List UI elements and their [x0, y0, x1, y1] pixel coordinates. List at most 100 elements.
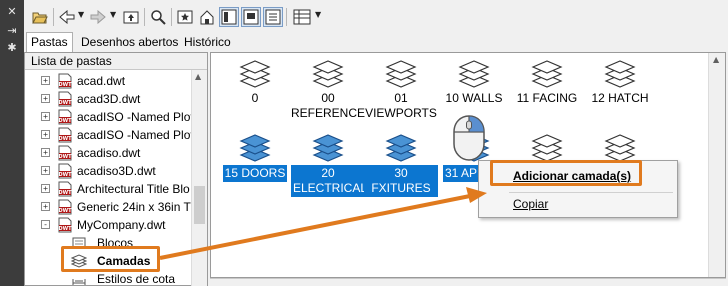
views-icon	[293, 9, 311, 25]
search-button[interactable]	[148, 7, 168, 27]
menu-item-copy[interactable]: Copiar	[513, 196, 548, 212]
layer-icon	[531, 60, 563, 88]
svg-text:DWT: DWT	[58, 226, 72, 232]
favorites-button[interactable]	[175, 7, 195, 27]
description-toggle[interactable]	[263, 7, 283, 27]
expand-icon[interactable]: +	[41, 148, 50, 157]
tree-item[interactable]: + DWT acad.dwt	[25, 72, 193, 90]
tree-item[interactable]: + DWT acadiso3D.dwt	[25, 162, 193, 180]
svg-text:DWT: DWT	[58, 190, 72, 196]
expand-icon[interactable]: +	[41, 130, 50, 139]
palette-side-strip: ✕ ⇥ ✱	[0, 0, 24, 286]
toolbar: ▼ ▼ ▼	[24, 0, 728, 32]
layer-label: 10 WALLS	[445, 91, 503, 105]
back-dropdown-icon[interactable]: ▼	[78, 10, 84, 19]
tree-item[interactable]: + DWT acadiso.dwt	[25, 144, 193, 162]
pin-icon[interactable]: ⇥	[6, 25, 18, 37]
expand-icon[interactable]: +	[41, 202, 50, 211]
mouse-icon	[453, 115, 485, 161]
expand-icon[interactable]: +	[41, 94, 50, 103]
back-icon	[59, 10, 75, 24]
expand-icon[interactable]: +	[41, 184, 50, 193]
layer-icon	[604, 134, 636, 162]
folder-list-scrollbar[interactable]: ▲	[191, 70, 207, 286]
views-button[interactable]	[292, 7, 312, 27]
views-dropdown-icon[interactable]: ▼	[315, 10, 321, 19]
tree-item[interactable]: + DWT Generic 24in x 36in Tit	[25, 198, 193, 216]
scroll-up-icon[interactable]: ▲	[195, 72, 201, 81]
layer-icon	[312, 60, 344, 88]
dwt-file-icon: DWT	[58, 145, 72, 161]
home-button[interactable]	[197, 7, 217, 27]
description-icon	[265, 9, 281, 25]
layer-icon	[531, 134, 563, 162]
tree-item[interactable]: + DWT Architectural Title Blo	[25, 180, 193, 198]
expand-icon[interactable]: +	[41, 166, 50, 175]
dimstyle-icon	[72, 279, 86, 285]
layer-item[interactable]: 11 FACING	[507, 55, 587, 125]
layer-label: 15 DOORS	[222, 165, 288, 182]
folder-list-header: Lista de pastas	[25, 53, 207, 70]
tree-item[interactable]: - DWT MyCompany.dwt	[25, 216, 193, 234]
tree-item[interactable]: Estilos de cota	[25, 270, 193, 286]
svg-text:DWT: DWT	[58, 136, 72, 142]
layer-item[interactable]: 12 HATCH	[580, 55, 660, 125]
svg-text:DWT: DWT	[58, 118, 72, 124]
tree-item[interactable]: + DWT acad3D.dwt	[25, 90, 193, 108]
tree-view-toggle[interactable]	[219, 7, 239, 27]
dwt-file-icon: DWT	[58, 127, 72, 143]
tree-item[interactable]: + DWT acadISO -Named Plot	[25, 126, 193, 144]
scroll-up-icon[interactable]: ▲	[713, 55, 719, 64]
open-folder-button[interactable]	[30, 7, 50, 27]
layer-icon	[385, 134, 417, 162]
layer-label: 12 HATCH	[591, 91, 649, 105]
scrollbar-thumb[interactable]	[194, 186, 205, 224]
layer-icon	[385, 60, 417, 88]
layer-item[interactable]: 0	[215, 55, 295, 125]
tree-item[interactable]: + DWT acadISO -Named Plot	[25, 108, 193, 126]
preview-toggle[interactable]	[241, 7, 261, 27]
dwt-file-icon: DWT	[58, 217, 72, 233]
home-icon	[200, 10, 214, 25]
settings-icon[interactable]: ✱	[6, 42, 18, 54]
back-button[interactable]	[57, 7, 77, 27]
tab-historico[interactable]: Histórico	[179, 32, 236, 52]
forward-button[interactable]	[88, 7, 108, 27]
layer-item[interactable]: 20 ELECTRICAL	[288, 129, 368, 199]
forward-icon	[90, 10, 106, 24]
layer-icon	[458, 60, 490, 88]
layer-label: 20 ELECTRICAL	[291, 165, 368, 197]
menu-separator	[509, 192, 673, 193]
favorites-icon	[177, 10, 193, 24]
highlight-add-layers	[490, 160, 642, 186]
tree-item-label: acadISO -Named Plot	[77, 128, 193, 142]
tree-item-label: Estilos de cota	[97, 272, 176, 286]
up-icon	[123, 11, 139, 24]
layer-icon	[604, 60, 636, 88]
collapse-icon[interactable]: -	[41, 220, 50, 229]
tab-desenhos-abertos[interactable]: Desenhos abertos	[76, 32, 183, 52]
layer-item[interactable]: 30 FXITURES	[361, 129, 441, 199]
expand-icon[interactable]: +	[41, 112, 50, 121]
tree-item-label: acadISO -Named Plot	[77, 110, 193, 124]
layer-item[interactable]: 01 VIEWPORTS	[361, 55, 441, 125]
layer-item[interactable]: 15 DOORS	[215, 129, 295, 199]
content-scrollbar[interactable]: ▲	[708, 53, 725, 277]
forward-dropdown-icon[interactable]: ▼	[110, 10, 116, 19]
tree-item-label: acadiso.dwt	[77, 146, 141, 160]
search-icon	[151, 10, 166, 25]
tree-item-label: acad3D.dwt	[77, 92, 141, 106]
layer-icon	[312, 134, 344, 162]
svg-text:DWT: DWT	[58, 172, 72, 178]
close-icon[interactable]: ✕	[6, 6, 18, 18]
layer-label: 00 REFERENCE	[291, 91, 366, 120]
up-button[interactable]	[121, 7, 141, 27]
open-folder-icon	[32, 12, 48, 24]
tree-item-label: Generic 24in x 36in Tit	[77, 200, 193, 214]
tree-item-label: MyCompany.dwt	[77, 218, 166, 232]
expand-icon[interactable]: +	[41, 76, 50, 85]
layer-item[interactable]: 00 REFERENCE	[288, 55, 368, 125]
dwt-file-icon: DWT	[58, 181, 72, 197]
tree-item-label: acad.dwt	[77, 74, 126, 88]
tab-pastas[interactable]: Pastas	[26, 32, 73, 52]
